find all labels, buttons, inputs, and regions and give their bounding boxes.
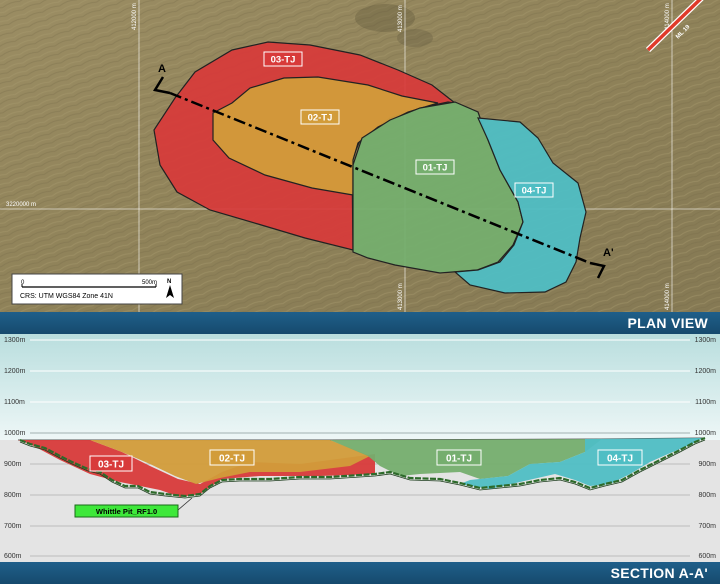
section-view-title: SECTION A-A' [610, 565, 708, 581]
svg-text:900m: 900m [698, 461, 716, 468]
svg-text:1000m: 1000m [695, 430, 717, 437]
svg-text:700m: 700m [4, 523, 22, 530]
svg-text:800m: 800m [4, 492, 22, 499]
pit-label-03-tj: 03-TJ [263, 51, 303, 67]
section-view: 1300m 1200m 1100m 1000m 900m 800m 700m 6… [0, 334, 720, 562]
scale-bar-end: 500m [142, 280, 157, 286]
svg-text:1100m: 1100m [4, 399, 25, 406]
easting-label-mid-bottom: 413000 m [398, 283, 404, 310]
svg-text:600m: 600m [698, 553, 716, 560]
svg-text:1300m: 1300m [4, 337, 26, 344]
map-legend: 0 500m CRS: UTM WGS84 Zone 41N N [11, 273, 183, 305]
svg-text:1100m: 1100m [695, 399, 716, 406]
svg-text:03-TJ: 03-TJ [271, 55, 296, 66]
svg-text:Whittle Pit_RF1.0: Whittle Pit_RF1.0 [96, 507, 157, 516]
section-label-02-tj: 02-TJ [209, 449, 255, 466]
svg-text:03-TJ: 03-TJ [98, 460, 124, 471]
svg-text:1000m: 1000m [4, 430, 26, 437]
svg-text:01-TJ: 01-TJ [423, 163, 448, 174]
section-view-banner: SECTION A-A' [0, 562, 720, 584]
pit-label-04-tj: 04-TJ [514, 182, 554, 198]
pit-label-02-tj: 02-TJ [300, 109, 340, 125]
section-end-label: A' [603, 247, 614, 259]
north-label: N [167, 279, 171, 285]
svg-text:02-TJ: 02-TJ [219, 454, 245, 465]
svg-text:1200m: 1200m [4, 368, 26, 375]
svg-text:04-TJ: 04-TJ [522, 186, 547, 197]
easting-label-left-top: 412000 m [132, 3, 138, 30]
svg-text:02-TJ: 02-TJ [308, 113, 333, 124]
svg-text:1300m: 1300m [695, 337, 717, 344]
crs-text: CRS: UTM WGS84 Zone 41N [20, 293, 113, 300]
svg-text:1200m: 1200m [695, 368, 717, 375]
terrain-hill [355, 4, 415, 32]
svg-text:900m: 900m [4, 461, 22, 468]
svg-text:700m: 700m [698, 523, 716, 530]
plan-view-banner: PLAN VIEW [0, 312, 720, 334]
svg-text:800m: 800m [698, 492, 716, 499]
section-start-label: A [158, 63, 166, 75]
whittle-label: Whittle Pit_RF1.0 [74, 504, 179, 518]
section-label-03-tj: 03-TJ [89, 455, 133, 472]
svg-text:01-TJ: 01-TJ [446, 454, 472, 465]
section-sky [0, 334, 720, 440]
plan-view-title: PLAN VIEW [627, 315, 708, 331]
svg-text:600m: 600m [4, 553, 22, 560]
easting-label-right-bottom: 414000 m [665, 283, 671, 310]
plan-view-map: 412000 m 413000 m 414000 m 413000 m 4140… [0, 0, 720, 312]
easting-label-mid-top: 413000 m [398, 5, 404, 32]
map-figure: 412000 m 413000 m 414000 m 413000 m 4140… [0, 0, 720, 584]
section-label-01-tj: 01-TJ [436, 449, 482, 466]
svg-text:04-TJ: 04-TJ [607, 454, 633, 465]
pit-label-01-tj: 01-TJ [415, 159, 455, 175]
northing-label: 3220000 m [6, 202, 36, 208]
section-label-04-tj: 04-TJ [597, 449, 643, 466]
